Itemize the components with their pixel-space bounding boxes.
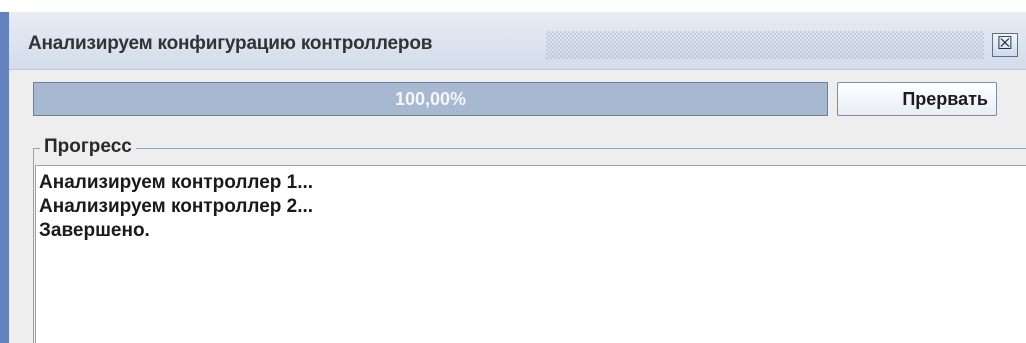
progress-group-title: Прогресс xyxy=(40,136,136,158)
log-line: Анализируем контроллер 1... xyxy=(39,172,314,193)
progress-percent: 100,00% xyxy=(394,89,467,109)
progress-bar: 100,00% xyxy=(33,82,828,116)
group-border-top xyxy=(33,148,1026,149)
top-strip xyxy=(0,0,1026,12)
log-line: Завершено. xyxy=(39,220,150,241)
group-border-left xyxy=(33,148,34,343)
window-left-border xyxy=(0,12,9,343)
log-text-area[interactable]: Анализируем контроллер 1... Анализируем … xyxy=(35,165,1026,343)
title-bar[interactable]: Анализируем конфигурацию контроллеров ☒ xyxy=(9,14,1026,70)
screen: Анализируем конфигурацию контроллеров ☒ … xyxy=(0,0,1026,343)
log-line: Анализируем контроллер 2... xyxy=(39,196,314,217)
title-bar-grip xyxy=(546,31,984,59)
abort-button[interactable]: Прервать xyxy=(837,82,997,116)
close-icon[interactable]: ☒ xyxy=(992,33,1018,57)
window-title: Анализируем конфигурацию контроллеров xyxy=(28,33,433,54)
